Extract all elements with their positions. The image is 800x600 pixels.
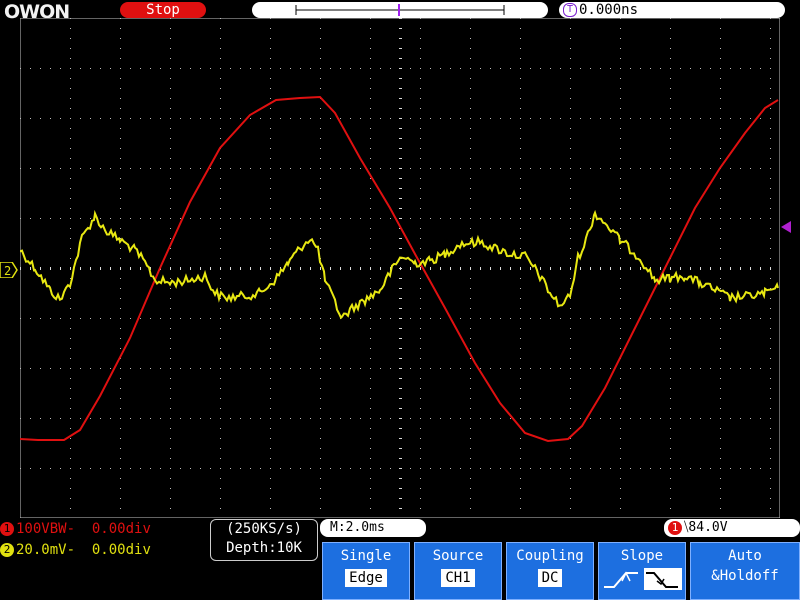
sample-rate: (250KS/s) xyxy=(226,521,302,537)
menu-auto-label: Auto xyxy=(728,548,762,564)
memory-timeline xyxy=(252,2,548,18)
menu-auto-holdoff[interactable]: Auto &Holdoff xyxy=(690,542,800,600)
menu-coupling-label: Coupling xyxy=(516,548,584,564)
trigger-level-marker-icon[interactable] xyxy=(781,221,791,233)
menu-trigger-mode-label: Single xyxy=(340,548,392,564)
acquisition-info: (250KS/s) Depth:10K xyxy=(210,519,318,561)
ch2-offset: 0.00div xyxy=(91,542,151,558)
menu-trigger-mode[interactable]: Single Edge xyxy=(322,542,410,600)
menu-source[interactable]: Source CH1 xyxy=(414,542,502,600)
run-status-badge[interactable]: Stop xyxy=(120,2,206,18)
trigger-source-icon: 1 xyxy=(668,520,682,535)
ch1-offset: 0.00div xyxy=(91,521,151,537)
trigger-position-readout: T 0.000ns xyxy=(559,2,785,18)
slope-options xyxy=(604,568,682,590)
ch2-icon: 2 xyxy=(0,543,14,557)
ch2-info[interactable]: 2 20.0mV- 0.00div xyxy=(0,540,206,560)
menu-source-value: CH1 xyxy=(441,569,475,587)
menu-slope-label: Slope xyxy=(620,548,664,564)
trigger-level-readout[interactable]: 1 ⧹84.0V xyxy=(664,519,800,537)
menu-trigger-mode-value: Edge xyxy=(345,569,387,587)
waveform-display xyxy=(20,18,780,518)
memory-depth: Depth:10K xyxy=(226,540,302,556)
ch1-info[interactable]: 1 100VBW- 0.00div xyxy=(0,519,206,539)
ch1-icon: 1 xyxy=(0,522,14,536)
menu-coupling-value: DC xyxy=(537,569,563,587)
menu-coupling[interactable]: Coupling DC xyxy=(506,542,594,600)
menu-slope[interactable]: Slope xyxy=(598,542,686,600)
trigger-level-value: 84.0V xyxy=(688,520,728,535)
rising-edge-icon xyxy=(604,572,638,588)
ch2-ground-marker-icon[interactable]: 2 xyxy=(0,262,18,278)
ch2-scale: 20.0mV- xyxy=(16,542,76,558)
menu-source-label: Source xyxy=(432,548,484,564)
trigger-t-icon: T xyxy=(563,3,577,17)
ch1-scale: 100VBW- xyxy=(16,521,76,537)
timebase-readout[interactable]: M:2.0ms xyxy=(320,519,426,537)
menu-holdoff-label: &Holdoff xyxy=(711,568,779,584)
trigger-position-value: 0.000ns xyxy=(579,2,639,18)
timeline-graphic xyxy=(295,4,505,16)
svg-text:2: 2 xyxy=(4,264,11,278)
